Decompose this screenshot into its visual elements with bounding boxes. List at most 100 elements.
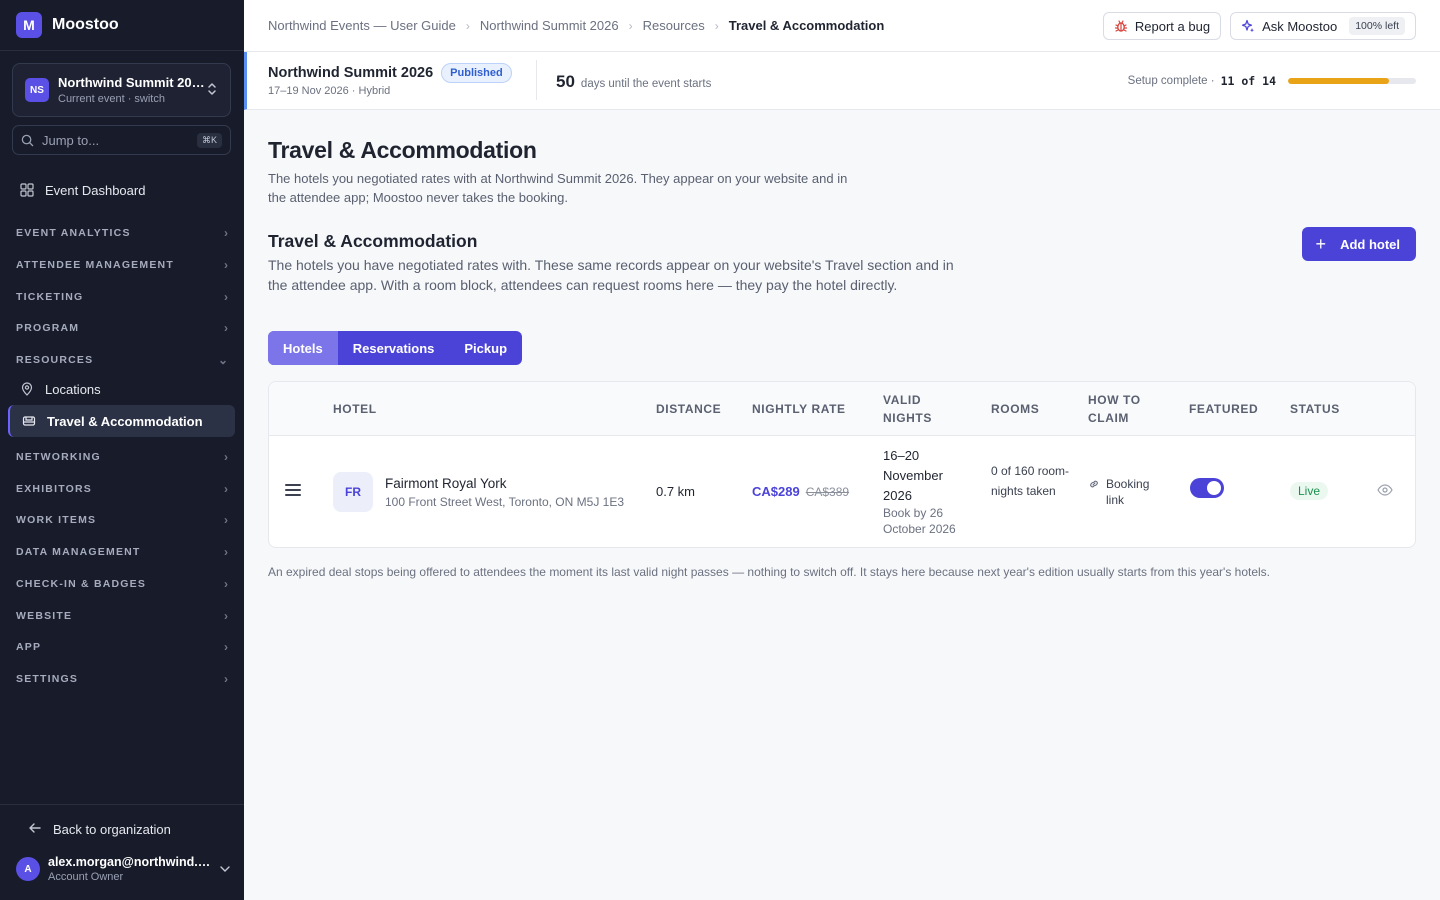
claim-method: Booking link xyxy=(1106,477,1150,507)
nav-section-check-in-badges[interactable]: CHECK-IN & BADGES › xyxy=(16,574,228,594)
column-header-how-to-claim[interactable]: HOW TO CLAIM xyxy=(1088,391,1148,427)
breadcrumb-item[interactable]: Northwind Events — User Guide xyxy=(268,18,456,33)
chevron-right-icon: › xyxy=(224,577,228,591)
setup-count: 11 of 14 xyxy=(1220,74,1276,88)
breadcrumb-item[interactable]: Resources xyxy=(643,18,705,33)
back-to-organization-link[interactable]: Back to organization xyxy=(28,821,171,838)
nav-section-label: NETWORKING xyxy=(16,451,101,463)
column-header-status[interactable]: STATUS xyxy=(1290,400,1340,418)
user-menu[interactable]: A alex.morgan@northwind.events Account O… xyxy=(16,855,230,883)
nav-section-label: EVENT ANALYTICS xyxy=(16,227,131,239)
chevron-right-icon: › xyxy=(224,290,228,304)
nav-section-ticketing[interactable]: TICKETING › xyxy=(16,287,228,307)
bug-icon xyxy=(1114,19,1128,33)
chevron-right-icon: › xyxy=(465,18,470,33)
drag-handle-icon[interactable] xyxy=(285,484,301,499)
table-row[interactable]: FR Fairmont Royal York 100 Front Street … xyxy=(269,436,1415,547)
hotel-initials: FR xyxy=(333,472,373,512)
rooms-taken: 0 of 160 room-nights taken xyxy=(991,464,1070,498)
nav-section-website[interactable]: WEBSITE › xyxy=(16,606,228,626)
table-header: HOTEL DISTANCE NIGHTLY RATE VALID NIGHTS… xyxy=(269,382,1415,436)
nav-section-label: SETTINGS xyxy=(16,673,79,685)
nav-section-resources[interactable]: RESOURCES ⌄ xyxy=(16,350,228,370)
tab-pickup[interactable]: Pickup xyxy=(449,331,522,365)
sidebar-item-travel-accommodation[interactable]: Travel & Accommodation xyxy=(8,405,235,437)
chevron-right-icon: › xyxy=(224,258,228,272)
plus-icon: + xyxy=(1315,234,1327,254)
column-header-rooms[interactable]: ROOMS xyxy=(991,400,1039,418)
column-header-distance[interactable]: DISTANCE xyxy=(656,400,721,418)
nav-section-event-analytics[interactable]: EVENT ANALYTICS › xyxy=(16,223,228,243)
chevron-up-down-icon xyxy=(206,82,218,98)
sidebar-item-label: Locations xyxy=(45,381,101,397)
nav-section-label: WEBSITE xyxy=(16,610,73,622)
brand[interactable]: M Moostoo xyxy=(0,0,244,51)
eye-icon[interactable] xyxy=(1377,484,1393,496)
sidebar: M Moostoo NS Northwind Summit 2026 Curre… xyxy=(0,0,244,900)
nav-section-exhibitors[interactable]: EXHIBITORS › xyxy=(16,479,228,499)
sidebar-item-locations[interactable]: Locations xyxy=(8,373,235,405)
column-header-valid-nights[interactable]: VALID NIGHTS xyxy=(883,391,953,427)
nav-section-data-management[interactable]: DATA MANAGEMENT › xyxy=(16,542,228,562)
grid-icon xyxy=(20,183,34,197)
chevron-down-icon: ⌄ xyxy=(217,353,228,367)
book-by-date: Book by 26 October 2026 xyxy=(883,506,956,536)
event-switcher[interactable]: NS Northwind Summit 2026 Current event ·… xyxy=(12,63,231,117)
jump-placeholder: Jump to... xyxy=(42,132,100,148)
nightly-rate: CA$289 xyxy=(752,484,800,499)
status-badge: Live xyxy=(1290,482,1329,500)
page-title: Travel & Accommodation xyxy=(268,137,537,163)
chevron-right-icon: › xyxy=(224,640,228,654)
topbar: Northwind Events — User Guide › Northwin… xyxy=(244,0,1440,52)
chevron-right-icon: › xyxy=(714,18,719,33)
featured-toggle[interactable] xyxy=(1190,478,1224,498)
nav-section-settings[interactable]: SETTINGS › xyxy=(16,669,228,689)
event-switcher-subtitle: Current event · switch xyxy=(58,93,165,105)
event-name: Northwind Summit 2026 xyxy=(268,65,434,81)
report-bug-button[interactable]: Report a bug xyxy=(1102,12,1222,40)
nav-section-attendee-management[interactable]: ATTENDEE MANAGEMENT › xyxy=(16,255,228,275)
breadcrumb-current: Travel & Accommodation xyxy=(728,18,885,33)
user-role: Account Owner xyxy=(48,871,124,883)
chevron-right-icon: › xyxy=(628,18,633,33)
avatar: A xyxy=(16,857,40,881)
tab-hotels[interactable]: Hotels xyxy=(268,331,338,365)
link-icon xyxy=(1088,478,1100,490)
jump-shortcut: ⌘K xyxy=(196,132,222,148)
nav-section-networking[interactable]: NETWORKING › xyxy=(16,447,228,467)
days-count: 50 xyxy=(556,72,575,91)
nav-section-label: ATTENDEE MANAGEMENT xyxy=(16,259,174,271)
back-to-organization-label: Back to organization xyxy=(53,822,171,837)
ask-moostoo-button[interactable]: Ask Moostoo 100% left xyxy=(1230,12,1416,40)
ask-quota-badge: 100% left xyxy=(1349,17,1405,35)
column-header-nightly-rate[interactable]: NIGHTLY RATE xyxy=(752,400,846,418)
nav-section-label: TICKETING xyxy=(16,291,84,303)
nav-section-label: APP xyxy=(16,641,42,653)
bed-icon xyxy=(22,414,36,428)
sidebar-item-event-dashboard[interactable]: Event Dashboard xyxy=(8,174,235,206)
setup-progress[interactable]: Setup complete · 11 of 14 xyxy=(1128,74,1416,88)
setup-progress-fill xyxy=(1288,78,1389,84)
event-header: Northwind Summit 2026 Published 17–19 No… xyxy=(244,52,1440,110)
sidebar-footer: Back to organization A alex.morgan@north… xyxy=(0,804,244,900)
breadcrumb-item[interactable]: Northwind Summit 2026 xyxy=(480,18,619,33)
chevron-right-icon: › xyxy=(224,226,228,240)
footnote: An expired deal stops being offered to a… xyxy=(268,565,1271,579)
hotel-name[interactable]: Fairmont Royal York xyxy=(385,476,507,491)
section-title: Travel & Accommodation xyxy=(268,231,478,251)
add-hotel-button[interactable]: + Add hotel xyxy=(1301,227,1416,261)
nav-section-program[interactable]: PROGRAM › xyxy=(16,318,228,338)
tab-reservations[interactable]: Reservations xyxy=(338,331,450,365)
how-to-claim: Booking link xyxy=(1088,476,1162,508)
event-dates: 17–19 Nov 2026 · Hybrid xyxy=(268,85,391,97)
sidebar-item-label: Event Dashboard xyxy=(45,182,146,198)
column-header-hotel[interactable]: HOTEL xyxy=(333,400,377,418)
setup-label: Setup complete · xyxy=(1127,75,1215,87)
nav-section-label: EXHIBITORS xyxy=(16,483,92,495)
nav-section-app[interactable]: APP › xyxy=(16,637,228,657)
column-header-featured[interactable]: FEATURED xyxy=(1189,400,1258,418)
add-hotel-label: Add hotel xyxy=(1340,236,1400,252)
chevron-right-icon: › xyxy=(224,513,228,527)
nav-section-work-items[interactable]: WORK ITEMS › xyxy=(16,510,228,530)
jump-to-search[interactable]: Jump to... ⌘K xyxy=(12,125,231,155)
